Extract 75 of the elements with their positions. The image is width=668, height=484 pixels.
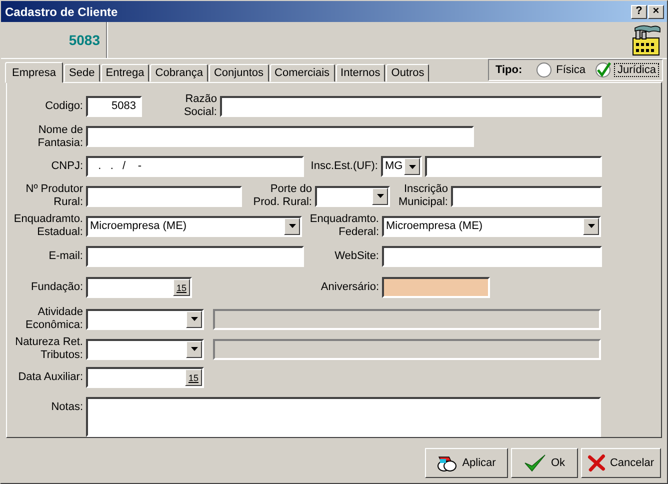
window-title: Cadastro de Cliente xyxy=(5,4,118,18)
tab[interactable]: Entrega xyxy=(100,64,150,82)
dropdown-button[interactable] xyxy=(583,218,599,234)
field-label: Atividade Econômica: xyxy=(24,306,83,332)
dialog-button[interactable]: Ok xyxy=(511,448,578,478)
input-field[interactable] xyxy=(86,246,304,266)
field-label: Insc.Est.(UF): xyxy=(310,160,378,173)
dropdown[interactable] xyxy=(86,338,204,360)
tab[interactable]: Outros xyxy=(386,64,430,82)
tab[interactable]: Sede xyxy=(64,64,100,82)
close-icon xyxy=(588,454,605,472)
dropdown-button[interactable] xyxy=(372,188,388,204)
client-code: 5083 xyxy=(68,32,100,48)
tab[interactable]: Internos xyxy=(336,64,386,82)
radio-icon[interactable] xyxy=(536,62,552,78)
input-field[interactable] xyxy=(86,186,242,206)
input-field[interactable] xyxy=(425,156,602,177)
field-label: Nº Produtor Rural: xyxy=(24,183,83,209)
field-label: WebSite: xyxy=(334,250,379,262)
dropdown-button[interactable] xyxy=(404,158,420,175)
field-label: Codigo: xyxy=(44,100,83,112)
checked-radio-icon[interactable] xyxy=(595,62,612,78)
field-label: Natureza Ret. Tributos: xyxy=(14,336,83,362)
input-field[interactable] xyxy=(220,96,602,116)
dropdown-button[interactable] xyxy=(186,310,202,328)
caret-icon xyxy=(190,347,198,351)
field-label: Notas: xyxy=(50,400,83,414)
caret-icon xyxy=(190,317,198,321)
field-label: Data Auxiliar: xyxy=(17,371,83,384)
input-field[interactable] xyxy=(382,246,602,266)
help-button[interactable]: ? xyxy=(631,4,647,18)
field-label: Nome de Fantasia: xyxy=(36,124,83,150)
input-field[interactable] xyxy=(86,126,474,147)
calendar-button[interactable]: 15 xyxy=(185,369,202,386)
dropdown[interactable] xyxy=(315,186,390,206)
close-button[interactable]: × xyxy=(648,4,664,18)
type-option[interactable]: Física xyxy=(536,62,586,78)
tab[interactable]: Conjuntos xyxy=(208,64,269,82)
field-label: Inscrição Municipal: xyxy=(397,183,448,209)
input-field[interactable] xyxy=(382,277,490,298)
input-field[interactable]: 5083 xyxy=(86,96,142,116)
notes-field[interactable] xyxy=(86,397,601,437)
dropdown[interactable]: Microempresa (ME) xyxy=(86,216,302,236)
type-option[interactable]: Jurídica xyxy=(595,62,658,78)
dialog-button[interactable]: Aplicar xyxy=(425,448,508,478)
field-label: Fundação: xyxy=(30,281,83,294)
field-label: Razão Social: xyxy=(182,93,217,119)
caret-icon xyxy=(408,164,416,168)
caret-icon xyxy=(588,224,594,228)
dropdown[interactable] xyxy=(86,308,204,330)
field-label: Enquadramto. Estadual: xyxy=(12,213,83,239)
field-label: E-mail: xyxy=(48,250,83,262)
input-field[interactable]: . . / - xyxy=(86,156,304,177)
tab[interactable]: Empresa xyxy=(5,62,64,83)
date-field[interactable]: 15 xyxy=(86,277,192,298)
dropdown-button[interactable] xyxy=(186,340,202,358)
dropdown-button[interactable] xyxy=(284,218,300,234)
dropdown[interactable]: Microempresa (ME) xyxy=(382,216,601,236)
field-label: Enquadramto. Federal: xyxy=(308,213,379,239)
tab[interactable]: Cobrança xyxy=(150,64,208,82)
dialog-button[interactable]: Cancelar xyxy=(581,448,661,478)
disks-icon xyxy=(437,454,458,472)
tab[interactable]: Comerciais xyxy=(270,64,335,82)
input-field[interactable] xyxy=(451,186,602,206)
field-label: Porte do Prod. Rural: xyxy=(252,183,312,209)
field-label: CNPJ: xyxy=(50,160,83,173)
type-label: Tipo: xyxy=(495,64,522,76)
caret-icon xyxy=(288,224,296,228)
dropdown[interactable]: MG xyxy=(381,156,422,177)
caret-icon xyxy=(376,194,384,198)
calendar-button[interactable]: 15 xyxy=(173,279,190,296)
date-field[interactable]: 15 xyxy=(86,367,204,388)
factory-icon xyxy=(631,24,661,56)
field-label: Aniversário: xyxy=(320,281,379,294)
check-icon xyxy=(524,454,546,472)
